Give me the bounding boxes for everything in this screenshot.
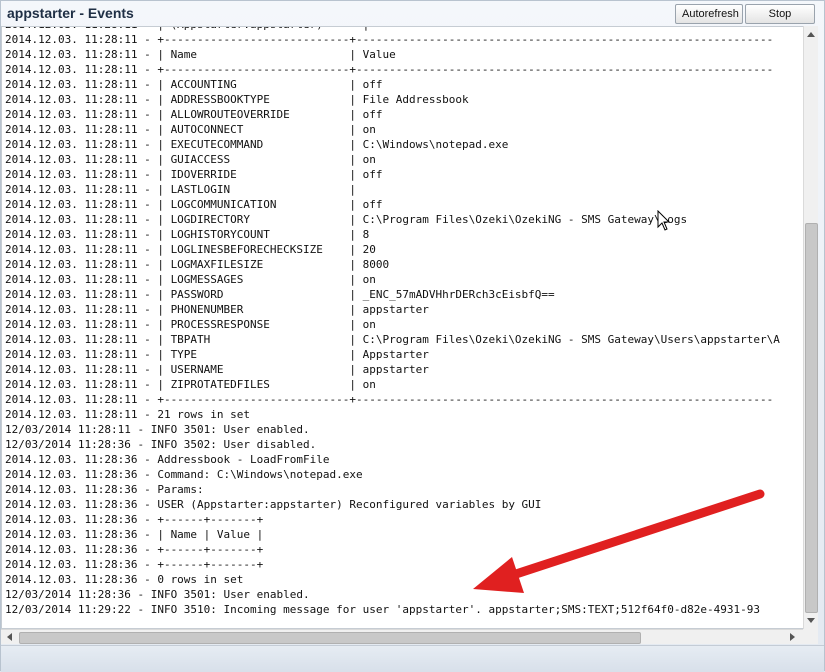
log-line: 2014.12.03. 11:28:11 - 21 rows in set [5, 408, 251, 421]
autorefresh-button[interactable]: Autorefresh [675, 4, 743, 24]
log-line: 2014.12.03. 11:28:11 - | LOGDIRECTORY | … [5, 213, 688, 226]
log-line: 12/03/2014 11:29:22 - INFO 3510: Incomin… [5, 603, 760, 616]
scroll-up-icon[interactable] [807, 32, 815, 37]
log-line: 2014.12.03. 11:28:36 - +------+-------+ [5, 513, 264, 526]
scroll-left-icon[interactable] [7, 633, 12, 641]
log-line: 2014.12.03. 11:28:36 - Params: [5, 483, 204, 496]
log-line: 2014.12.03. 11:28:11 - | ADDRESSBOOKTYPE… [5, 93, 469, 106]
vertical-scrollbar[interactable] [803, 26, 818, 629]
log-line: 2014.12.03. 11:28:11 - | PASSWORD | _ENC… [5, 288, 555, 301]
log-line: 2014.12.03. 11:28:11 - | EXECUTECOMMAND … [5, 138, 509, 151]
log-line: 2014.12.03. 11:28:36 - +------+-------+ [5, 558, 264, 571]
window-title: appstarter - Events [7, 5, 134, 21]
log-line: 2014.12.03. 11:28:36 - USER (Appstarter:… [5, 498, 542, 511]
log-line: 2014.12.03. 11:28:11 - | ZIPROTATEDFILES… [5, 378, 376, 391]
log-line: 2014.12.03. 11:28:11 - | USERNAME | apps… [5, 363, 429, 376]
log-line: 2014.12.03. 11:28:11 - | TYPE | Appstart… [5, 348, 429, 361]
log-line: 2014.12.03. 11:28:11 - | LOGMESSAGES | o… [5, 273, 376, 286]
mouse-pointer-icon [657, 210, 671, 231]
log-line: 2014.12.03. 11:28:11 - | LASTLOGIN | [5, 183, 356, 196]
log-line: 2014.12.03. 11:28:11 - | PHONENUMBER | a… [5, 303, 429, 316]
event-log-pane[interactable]: 2014.12.03. 11:28:11 - | (Appstarter:app… [1, 26, 818, 629]
event-log: 2014.12.03. 11:28:11 - | (Appstarter:app… [5, 27, 803, 617]
log-line: 2014.12.03. 11:28:11 - | LOGHISTORYCOUNT… [5, 228, 370, 241]
log-line: 2014.12.03. 11:28:11 - | ACCOUNTING | of… [5, 78, 383, 91]
log-line: 2014.12.03. 11:28:11 - | TBPATH | C:\Pro… [5, 333, 780, 346]
log-line: 2014.12.03. 11:28:11 - +----------------… [5, 33, 774, 46]
log-line: 2014.12.03. 11:28:36 - Command: C:\Windo… [5, 468, 363, 481]
status-bar [1, 645, 824, 672]
horizontal-scrollbar[interactable] [1, 629, 803, 644]
log-line: 2014.12.03. 11:28:11 - | LOGLINESBEFOREC… [5, 243, 376, 256]
log-line: 2014.12.03. 11:28:11 - | AUTOCONNECT | o… [5, 123, 376, 136]
log-line: 2014.12.03. 11:28:36 - | Name | Value | [5, 528, 264, 541]
log-line: 2014.12.03. 11:28:11 - | IDOVERRIDE | of… [5, 168, 383, 181]
scroll-right-icon[interactable] [790, 633, 795, 641]
log-line: 2014.12.03. 11:28:11 - | LOGCOMMUNICATIO… [5, 198, 383, 211]
log-line: 12/03/2014 11:28:36 - INFO 3502: User di… [5, 438, 317, 451]
log-line: 2014.12.03. 11:28:11 - | Name | Value [5, 48, 396, 61]
horizontal-scroll-thumb[interactable] [19, 632, 641, 644]
scrollbar-corner [803, 629, 818, 644]
log-line: 2014.12.03. 11:28:36 - 0 rows in set [5, 573, 244, 586]
log-line: 12/03/2014 11:28:11 - INFO 3501: User en… [5, 423, 310, 436]
log-line: 2014.12.03. 11:28:11 - | ALLOWROUTEOVERR… [5, 108, 383, 121]
log-line: 2014.12.03. 11:28:36 - Addressbook - Loa… [5, 453, 330, 466]
events-window: appstarter - Events Autorefresh Stop ref… [0, 0, 825, 672]
log-line: 2014.12.03. 11:28:11 - | LOGMAXFILESIZE … [5, 258, 390, 271]
log-line: 2014.12.03. 11:28:11 - +----------------… [5, 63, 774, 76]
log-line: 2014.12.03. 11:28:11 - | PROCESSRESPONSE… [5, 318, 376, 331]
scroll-down-icon[interactable] [807, 618, 815, 623]
vertical-scroll-thumb[interactable] [805, 223, 818, 613]
log-line: 2014.12.03. 11:28:36 - +------+-------+ [5, 543, 264, 556]
log-line: 2014.12.03. 11:28:11 - +----------------… [5, 393, 774, 406]
log-line: 12/03/2014 11:28:36 - INFO 3501: User en… [5, 588, 310, 601]
stop-refresh-button[interactable]: Stop refresh [745, 4, 815, 38]
log-line: 2014.12.03. 11:28:11 - | GUIACCESS | on [5, 153, 376, 166]
